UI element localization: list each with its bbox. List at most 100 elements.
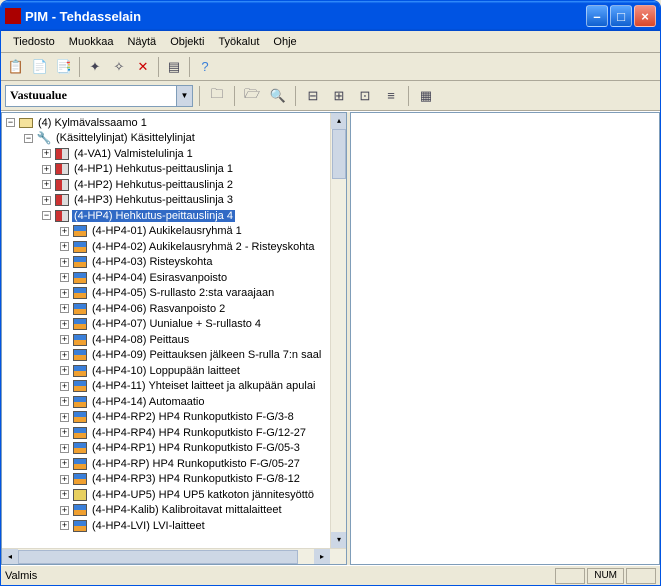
maximize-button[interactable]: □: [610, 5, 632, 27]
tree-node[interactable]: +(4-HP4-10) Loppupään laitteet: [2, 363, 346, 379]
menu-object[interactable]: Objekti: [164, 34, 210, 50]
paste-button[interactable]: 📄: [29, 56, 51, 78]
scrollbar-thumb[interactable]: [332, 129, 346, 179]
tree-node-label: (4-HP4) Hehkutus-peittauslinja 4: [72, 210, 235, 222]
tree-node[interactable]: + (4-HP4-02) Aukikelausryhmä 2 - Risteysk…: [2, 239, 346, 255]
delete-button[interactable]: ✕: [132, 56, 154, 78]
tree-node[interactable]: +(4-HP4-UP5) HP4 UP5 katkoton jännitesyö…: [2, 487, 346, 503]
tree-node[interactable]: +(4-HP4-RP4) HP4 Runkoputkisto F-G/12-27: [2, 425, 346, 441]
expander-icon[interactable]: +: [60, 304, 69, 313]
copy-button[interactable]: 📋: [5, 56, 27, 78]
view-list-button[interactable]: ≡: [380, 85, 402, 107]
expander-icon[interactable]: +: [60, 335, 69, 344]
expander-icon[interactable]: +: [60, 351, 69, 360]
view-details-button[interactable]: ▦: [415, 85, 437, 107]
scope-combo-input[interactable]: [6, 88, 176, 103]
expander-icon[interactable]: +: [60, 459, 69, 468]
tree-node[interactable]: +(4-HP4-08) Peittaus: [2, 332, 346, 348]
tree-node[interactable]: + (4-HP4-LVI) LVI-laitteet: [2, 518, 346, 534]
new-button[interactable]: ✦: [84, 56, 106, 78]
tree-node[interactable]: − (4-HP4) Hehkutus-peittauslinja 4: [2, 208, 346, 224]
tree-node[interactable]: +(4-VA1) Valmistelulinja 1: [2, 146, 346, 162]
properties-button[interactable]: ▤: [163, 56, 185, 78]
menu-view[interactable]: Näytä: [121, 34, 162, 50]
tree-node[interactable]: + (4-HP4-RP2) HP4 Runkoputkisto F-G/3-8: [2, 410, 346, 426]
expander-icon[interactable]: −: [24, 134, 33, 143]
expander-icon[interactable]: +: [60, 382, 69, 391]
help-button[interactable]: ?: [194, 56, 216, 78]
expander-icon[interactable]: +: [60, 289, 69, 298]
expander-icon[interactable]: +: [42, 149, 51, 158]
menu-edit[interactable]: Muokkaa: [63, 34, 120, 50]
expander-icon[interactable]: +: [60, 258, 69, 267]
view-cascade-button[interactable]: ⊡: [354, 85, 376, 107]
tree-node[interactable]: +(4-HP4-04) Esirasvanpoisto: [2, 270, 346, 286]
tree-node-label: (4-HP4-11) Yhteiset laitteet ja alkupään…: [90, 380, 317, 392]
expander-icon[interactable]: +: [60, 490, 69, 499]
scrollbar-thumb[interactable]: [18, 550, 298, 564]
menu-help[interactable]: Ohje: [267, 34, 302, 50]
expander-icon[interactable]: +: [60, 475, 69, 484]
tree-node[interactable]: +(4-HP4-09) Peittauksen jälkeen S-rulla …: [2, 348, 346, 364]
tree-node[interactable]: +(4-HP4-07) Uunialue + S-rullasto 4: [2, 317, 346, 333]
tree-node[interactable]: +(4-HP3) Hehkutus-peittauslinja 3: [2, 193, 346, 209]
chevron-down-icon[interactable]: ▼: [176, 86, 192, 106]
expander-icon[interactable]: −: [6, 118, 15, 127]
expander-icon[interactable]: +: [42, 165, 51, 174]
expander-icon[interactable]: +: [60, 506, 69, 515]
expander-icon[interactable]: +: [60, 444, 69, 453]
tree-node-label: (4-HP4-02) Aukikelausryhmä 2 - Risteysko…: [90, 241, 317, 253]
find-button[interactable]: 🔍: [267, 85, 289, 107]
menu-file[interactable]: Tiedosto: [7, 34, 61, 50]
expander-icon[interactable]: +: [42, 180, 51, 189]
tree-node[interactable]: +(4-HP1) Hehkutus-peittauslinja 1: [2, 162, 346, 178]
scope-combo[interactable]: ▼: [5, 85, 193, 107]
vertical-scrollbar[interactable]: [330, 113, 346, 548]
tree-node[interactable]: + (4-HP4-11) Yhteiset laitteet ja alkupää…: [2, 379, 346, 395]
tree-node[interactable]: + (4-HP4-RP1) HP4 Runkoputkisto F-G/05-3: [2, 441, 346, 457]
tree-node-label: (4-HP4-Kalib) Kalibroitavat mittalaittee…: [90, 504, 284, 516]
expander-icon[interactable]: +: [60, 242, 69, 251]
expander-icon[interactable]: +: [60, 320, 69, 329]
tree-node[interactable]: −(4) Kylmävalssaamo 1: [2, 115, 346, 131]
expander-icon[interactable]: +: [60, 428, 69, 437]
tree-node[interactable]: +(4-HP4-01) Aukikelausryhmä 1: [2, 224, 346, 240]
tree-node-label: (4-HP4-LVI) LVI-laitteet: [90, 520, 207, 532]
close-button[interactable]: ×: [634, 5, 656, 27]
tree-node[interactable]: +(4-HP2) Hehkutus-peittauslinja 2: [2, 177, 346, 193]
expander-icon[interactable]: +: [60, 366, 69, 375]
open-button[interactable]: 🗁: [241, 85, 263, 107]
titlebar[interactable]: PIM - Tehdasselain – □ ×: [1, 1, 660, 31]
expander-icon[interactable]: +: [42, 196, 51, 205]
up-folder-button[interactable]: 🗀: [206, 85, 228, 107]
tree-node[interactable]: +(4-HP4-06) Rasvanpoisto 2: [2, 301, 346, 317]
tree-node[interactable]: +(4-HP4-03) Risteyskohta: [2, 255, 346, 271]
horizontal-scrollbar[interactable]: [2, 548, 346, 564]
app-window: PIM - Tehdasselain – □ × Tiedosto Muokka…: [0, 0, 661, 586]
expander-icon[interactable]: +: [60, 413, 69, 422]
minimize-button[interactable]: –: [586, 5, 608, 27]
expander-icon[interactable]: +: [60, 227, 69, 236]
tree-view[interactable]: −(4) Kylmävalssaamo 1−🔧(Käsittelylinjat)…: [2, 113, 346, 564]
menu-tools[interactable]: Työkalut: [212, 34, 265, 50]
status-bar: Valmis NUM: [1, 565, 660, 585]
tree-node[interactable]: +(4-HP4-05) S-rullasto 2:sta varaajaan: [2, 286, 346, 302]
expander-icon[interactable]: +: [60, 273, 69, 282]
view-tree2-button[interactable]: ⊞: [328, 85, 350, 107]
tree-node[interactable]: + (4-HP4-Kalib) Kalibroitavat mittalaitte…: [2, 503, 346, 519]
tree-node[interactable]: +(4-HP4-14) Automaatio: [2, 394, 346, 410]
equipment-icon: [72, 240, 88, 254]
view-tree-button[interactable]: ⊟: [302, 85, 324, 107]
expander-icon[interactable]: −: [42, 211, 51, 220]
cut-button[interactable]: ✧: [108, 56, 130, 78]
expander-icon[interactable]: +: [60, 397, 69, 406]
tree-node-label: (4-HP4-RP1) HP4 Runkoputkisto F-G/05-3: [90, 442, 302, 454]
tree-node-label: (4-HP4-RP2) HP4 Runkoputkisto F-G/3-8: [90, 411, 296, 423]
detail-panel: [350, 112, 660, 565]
tree-node[interactable]: −🔧(Käsittelylinjat) Käsittelylinjat: [2, 131, 346, 147]
paste-special-button[interactable]: 📑: [53, 56, 75, 78]
tree-node[interactable]: +(4-HP4-RP) HP4 Runkoputkisto F-G/05-27: [2, 456, 346, 472]
expander-icon[interactable]: +: [60, 521, 69, 530]
tree-node[interactable]: +(4-HP4-RP3) HP4 Runkoputkisto F-G/8-12: [2, 472, 346, 488]
find-icon: 🔍: [270, 88, 286, 104]
